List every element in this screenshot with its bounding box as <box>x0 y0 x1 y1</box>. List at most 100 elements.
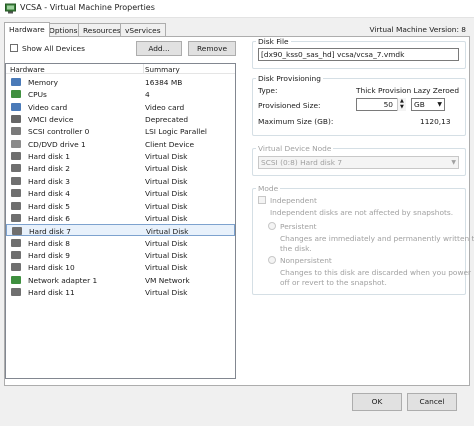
tab-hardware[interactable]: Hardware <box>4 22 50 37</box>
hardware-row[interactable]: Video card Video card <box>6 101 235 113</box>
type-label: Type: <box>258 86 278 95</box>
size-unit-select[interactable]: GB ▼ <box>411 98 445 111</box>
hardware-table-header: Hardware Summary <box>6 64 235 74</box>
hardware-row[interactable]: Hard disk 3 Virtual Disk <box>6 175 235 187</box>
vmci-device-icon <box>11 115 21 124</box>
chevron-down-icon[interactable]: ▼ <box>451 157 456 168</box>
hardware-row[interactable]: Hard disk 7 Virtual Disk <box>6 224 235 237</box>
maximum-size-label: Maximum Size (GB): <box>258 117 334 126</box>
hardware-summary: Virtual Disk <box>145 287 188 297</box>
hardware-row[interactable]: Hard disk 10 Virtual Disk <box>6 261 235 273</box>
hardware-summary: VM Network <box>145 275 190 285</box>
hardware-row[interactable]: Hard disk 8 Virtual Disk <box>6 237 235 249</box>
hardware-name: Hard disk 1 <box>28 152 70 162</box>
virtual-device-node-select[interactable]: SCSI (0:8) Hard disk 7 ▼ <box>258 156 459 169</box>
hardware-row[interactable]: Hard disk 9 Virtual Disk <box>6 249 235 261</box>
disk-file-group: Disk File [dx90_kss0_sas_hd] vcsa/vcsa_7… <box>252 37 466 69</box>
virtual-device-node-value: SCSI (0:8) Hard disk 7 <box>261 158 343 167</box>
disk-file-field[interactable]: [dx90_kss0_sas_hd] vcsa/vcsa_7.vmdk <box>258 48 459 61</box>
hardware-row[interactable]: Hard disk 4 Virtual Disk <box>6 187 235 199</box>
hardware-summary: Virtual Disk <box>145 164 188 174</box>
hardware-name: VMCI device <box>28 115 74 125</box>
cancel-button[interactable]: Cancel <box>407 393 457 411</box>
hardware-summary: Virtual Disk <box>145 189 188 199</box>
chevron-down-icon[interactable]: ▼ <box>437 99 442 110</box>
independent-label: Independent <box>270 196 317 205</box>
hardware-row[interactable]: Hard disk 11 Virtual Disk <box>6 286 235 298</box>
disk-provisioning-group: Disk Provisioning Type: Thick Provision … <box>252 74 466 136</box>
virtual-device-node-title: Virtual Device Node <box>256 144 334 153</box>
remove-device-button[interactable]: Remove <box>188 41 236 56</box>
persistent-description-line-2: the disk. <box>280 244 312 253</box>
memory-icon <box>11 78 21 86</box>
column-header-summary[interactable]: Summary <box>145 65 180 74</box>
provisioned-size-label: Provisioned Size: <box>258 101 321 110</box>
nonpersistent-radio[interactable] <box>268 256 276 264</box>
spin-down-icon[interactable]: ▼ <box>400 105 404 110</box>
hardware-row[interactable]: CPUs 4 <box>6 88 235 100</box>
hardware-row[interactable]: Network adapter 1 VM Network <box>6 274 235 286</box>
persistent-radio[interactable] <box>268 222 276 230</box>
hardware-row[interactable]: CD/DVD drive 1 Client Device <box>6 138 235 150</box>
add-device-button[interactable]: Add... <box>136 41 182 56</box>
hardware-summary: Virtual Disk <box>145 213 188 223</box>
hardware-summary: Virtual Disk <box>145 201 188 211</box>
tab-vservices-label: vServices <box>125 26 161 35</box>
mode-group: Mode Independent Independent disks are n… <box>252 184 474 295</box>
network-adapter-icon <box>11 275 21 284</box>
hardware-summary: Virtual Disk <box>145 152 188 162</box>
ok-button[interactable]: OK <box>352 393 402 411</box>
hardware-summary: Client Device <box>145 139 195 149</box>
hard-disk-icon <box>11 250 21 259</box>
nonpersistent-description-line-2: off or revert to the snapshot. <box>280 278 387 287</box>
tab-resources-label: Resources <box>83 26 121 35</box>
window-title: VCSA - Virtual Machine Properties <box>20 3 155 12</box>
tab-options-label: Options <box>49 26 78 35</box>
disk-file-title: Disk File <box>256 37 291 46</box>
hardware-row[interactable]: Hard disk 6 Virtual Disk <box>6 212 235 224</box>
hardware-name: Hard disk 10 <box>28 263 75 273</box>
column-separator[interactable] <box>143 64 144 74</box>
tab-hardware-label: Hardware <box>9 25 45 34</box>
hardware-name: Hard disk 4 <box>28 189 70 199</box>
tab-vservices[interactable]: vServices <box>120 23 166 36</box>
tab-options[interactable]: Options <box>44 23 83 36</box>
hardware-name: CPUs <box>28 90 47 100</box>
hardware-name: Hard disk 7 <box>29 227 71 237</box>
hardware-summary: Virtual Disk <box>145 176 188 186</box>
hardware-summary: Virtual Disk <box>146 227 189 237</box>
tab-resources[interactable]: Resources <box>78 23 126 36</box>
hard-disk-icon <box>11 238 21 247</box>
hardware-row[interactable]: Hard disk 2 Virtual Disk <box>6 162 235 174</box>
persistent-description-line-1: Changes are immediately and permanently … <box>280 234 474 243</box>
show-all-devices-label: Show All Devices <box>22 44 85 53</box>
hardware-row[interactable]: Hard disk 5 Virtual Disk <box>6 200 235 212</box>
nonpersistent-label: Nonpersistent <box>280 256 332 265</box>
hard-disk-icon <box>11 263 21 272</box>
hardware-row[interactable]: SCSI controller 0 LSI Logic Parallel <box>6 125 235 137</box>
hardware-row[interactable]: Memory 16384 MB <box>6 76 235 88</box>
hardware-name: Network adapter 1 <box>28 275 98 285</box>
title-bar: VCSA - Virtual Machine Properties <box>0 0 474 18</box>
independent-checkbox[interactable] <box>258 196 266 204</box>
size-spinner[interactable]: ▲ ▼ <box>397 98 406 111</box>
virtual-device-node-group: Virtual Device Node SCSI (0:8) Hard disk… <box>252 144 466 176</box>
hard-disk-icon <box>11 201 21 210</box>
hardware-summary: Video card <box>145 102 185 112</box>
hardware-summary: Virtual Disk <box>145 238 188 248</box>
hardware-row[interactable]: VMCI device Deprecated <box>6 113 235 125</box>
hardware-name: Hard disk 3 <box>28 176 70 186</box>
hardware-row[interactable]: Hard disk 1 Virtual Disk <box>6 150 235 162</box>
video-card-icon <box>11 102 21 111</box>
column-header-hardware[interactable]: Hardware <box>10 65 45 74</box>
hardware-name: Hard disk 5 <box>28 201 70 211</box>
hardware-name: Memory <box>28 78 59 87</box>
hardware-summary: 4 <box>145 90 150 100</box>
hardware-name: Hard disk 2 <box>28 164 70 174</box>
hard-disk-icon <box>12 227 22 236</box>
hard-disk-icon <box>11 164 21 173</box>
show-all-devices-checkbox[interactable] <box>10 44 18 52</box>
hard-disk-icon <box>11 189 21 198</box>
hard-disk-icon <box>11 287 21 296</box>
persistent-label: Persistent <box>280 222 317 231</box>
